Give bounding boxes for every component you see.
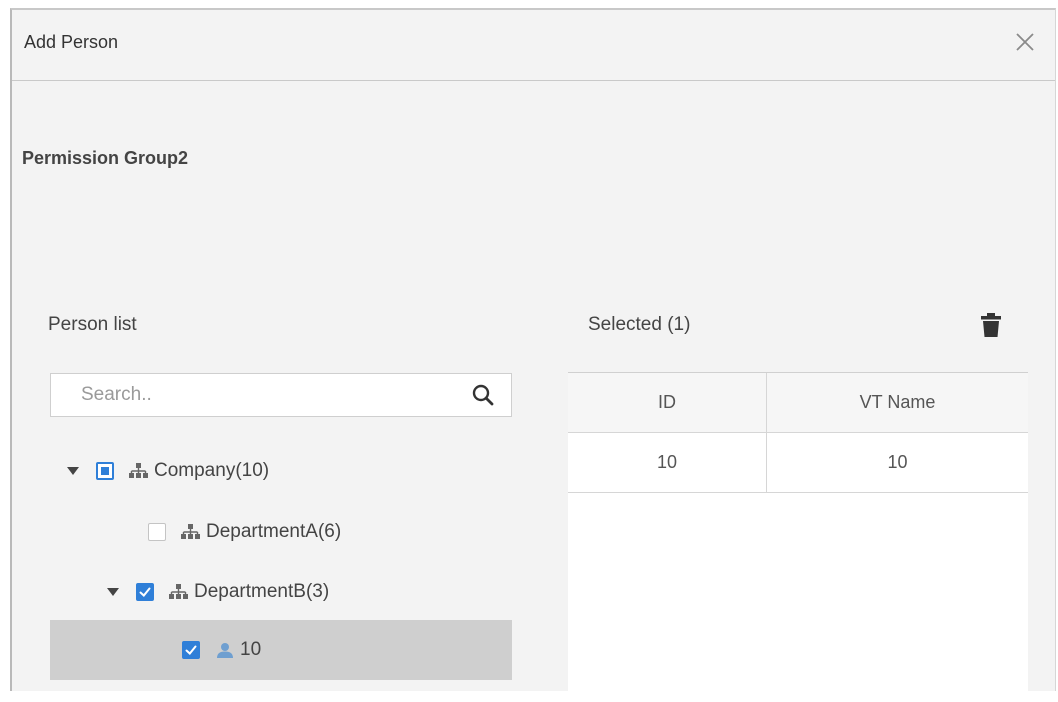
departmenta-checkbox[interactable]	[148, 523, 166, 541]
tree-node-label: DepartmentA(6)	[206, 521, 342, 542]
table-cell-vt-name: 10	[767, 433, 1028, 493]
search-icon[interactable]	[471, 383, 495, 407]
column-divider	[766, 373, 767, 493]
column-header-vt-name[interactable]: VT Name	[767, 373, 1028, 433]
search-input[interactable]	[51, 374, 451, 416]
selected-table: ID VT Name 10 10	[568, 372, 1028, 702]
dialog-title: Add Person	[24, 32, 119, 52]
search-box	[50, 373, 512, 417]
expand-caret-icon[interactable]	[106, 585, 120, 599]
column-header-id[interactable]: ID	[568, 373, 766, 433]
user-icon	[214, 641, 236, 659]
close-icon[interactable]	[1013, 30, 1037, 54]
table-cell-id: 10	[568, 433, 766, 493]
org-icon	[168, 583, 190, 601]
tree-node-label: Company(10)	[154, 460, 270, 481]
tree-node-departmentb[interactable]: DepartmentB(3)	[106, 570, 329, 614]
add-person-dialog: Add Person Permission Group2 Person list	[10, 8, 1056, 702]
company-checkbox[interactable]	[96, 462, 114, 480]
person-checkbox[interactable]	[182, 641, 200, 659]
tree-node-departmenta[interactable]: DepartmentA(6)	[148, 510, 341, 554]
person-list-label: Person list	[48, 314, 137, 335]
permission-group-title: Permission Group2	[22, 148, 189, 168]
tree-node-company[interactable]: Company(10)	[66, 449, 269, 493]
dialog-title-bar: Add Person	[12, 10, 1055, 81]
trash-icon[interactable]	[980, 312, 1002, 338]
departmentb-checkbox[interactable]	[136, 583, 154, 601]
org-icon	[128, 462, 150, 480]
tree-node-label: 10	[240, 639, 262, 660]
expand-caret-icon[interactable]	[66, 464, 80, 478]
selected-count-label: Selected (1)	[588, 314, 691, 335]
tree-node-label: DepartmentB(3)	[194, 581, 330, 602]
tree-node-person[interactable]: 10	[50, 620, 512, 680]
org-icon	[180, 523, 202, 541]
